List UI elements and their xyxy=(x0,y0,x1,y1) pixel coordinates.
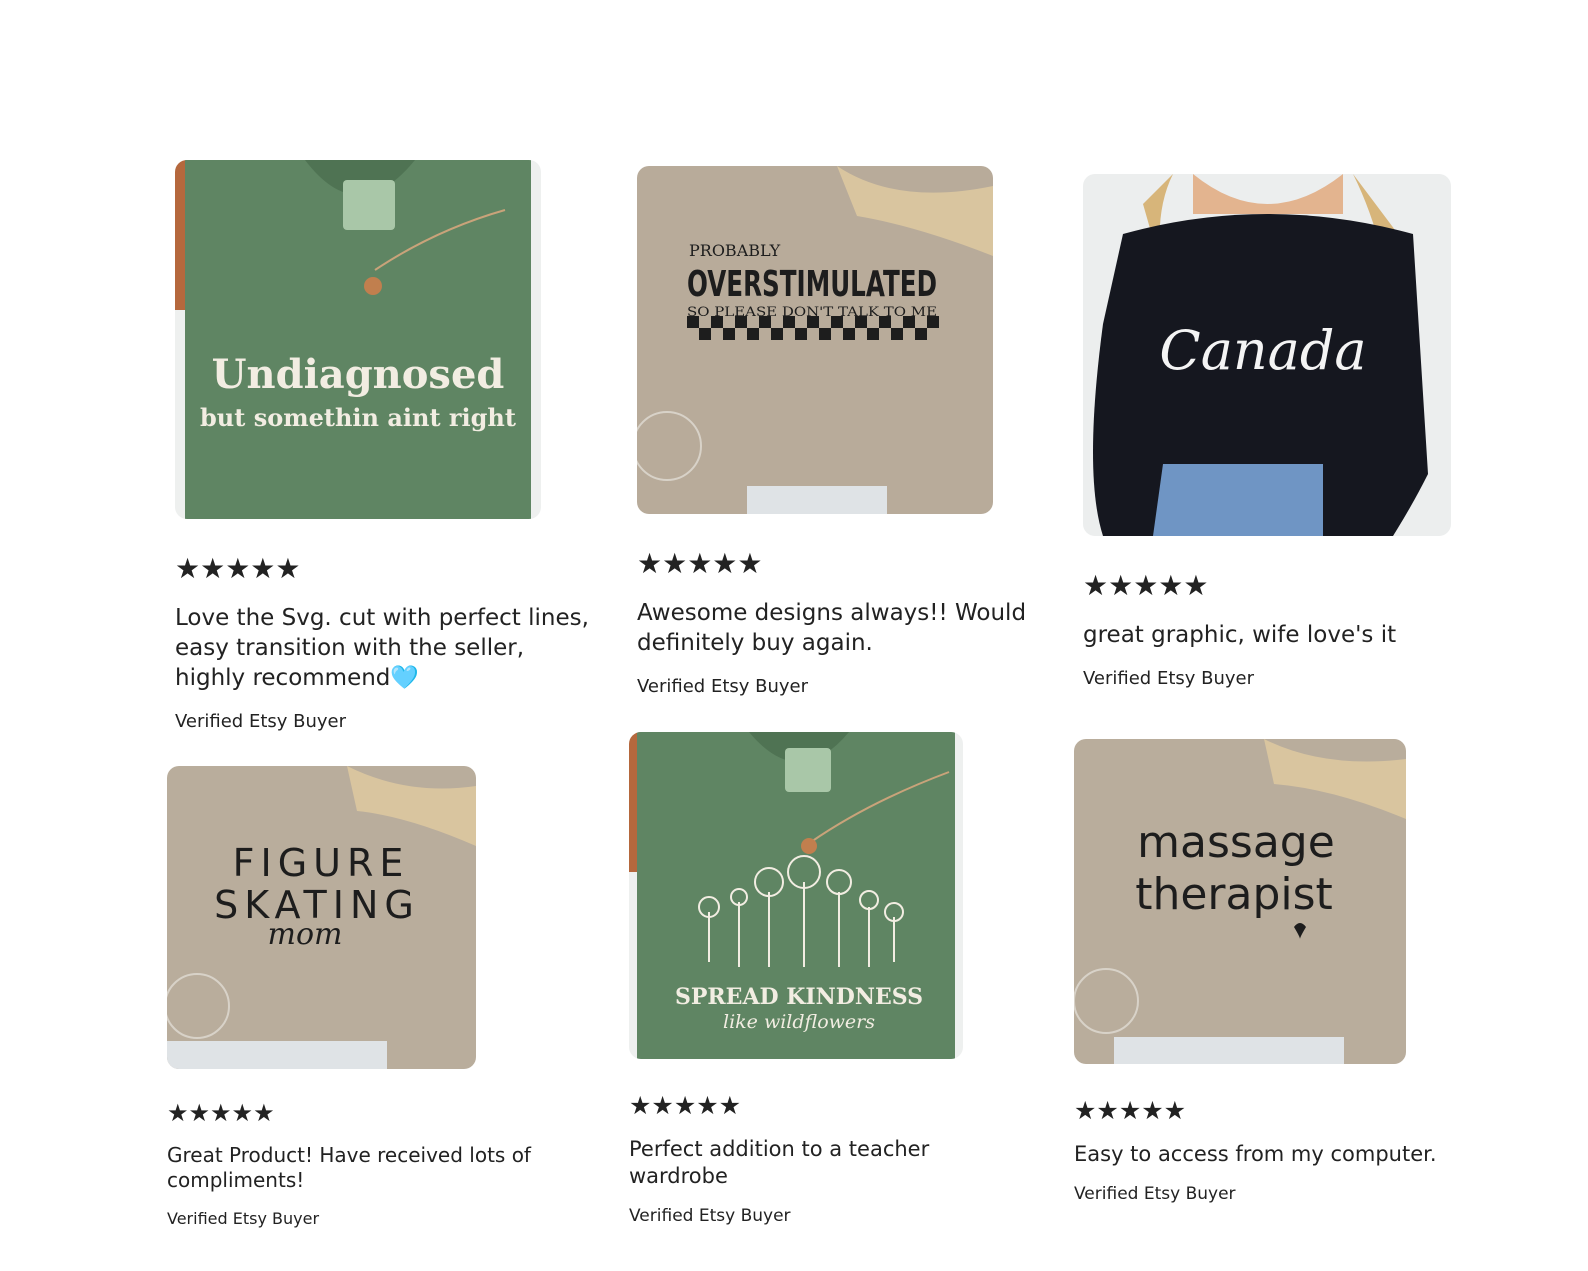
star-rating: ★★★★★ xyxy=(175,552,301,585)
review-card: massage therapist ★★★★★ Easy to access f… xyxy=(1074,739,1474,1204)
review-card: FIGURE SKATING mom ★★★★★ Great Product! … xyxy=(167,766,567,1228)
star-rating: ★★★★★ xyxy=(167,1099,275,1127)
shirt-graphic-line1: massage xyxy=(1137,817,1335,868)
star-rating: ★★★★★ xyxy=(1083,569,1209,602)
review-card: SPREAD KINDNESS like wildflowers ★★★★★ P… xyxy=(629,732,1009,1226)
shirt-graphic-line2: therapist xyxy=(1135,869,1333,920)
shirt-graphic-line1: Undiagnosed xyxy=(212,351,505,398)
buyer-label: Verified Etsy Buyer xyxy=(629,1206,791,1226)
buyer-label: Verified Etsy Buyer xyxy=(175,711,347,732)
product-photo[interactable]: FIGURE SKATING mom xyxy=(167,766,476,1069)
tshirt-image: Undiagnosed but somethin aint right xyxy=(175,160,541,519)
shirt-graphic-line1: Canada xyxy=(1159,319,1366,382)
sweatshirt-image: FIGURE SKATING mom xyxy=(167,766,476,1069)
product-photo[interactable]: massage therapist xyxy=(1074,739,1406,1064)
star-rating: ★★★★★ xyxy=(629,1091,742,1120)
review-card: PROBABLY OVERSTIMULATED SO PLEASE DON'T … xyxy=(637,166,1027,697)
product-photo[interactable]: Canada xyxy=(1083,174,1451,536)
product-photo[interactable]: SPREAD KINDNESS like wildflowers xyxy=(629,732,963,1059)
tshirt-image: SPREAD KINDNESS like wildflowers xyxy=(629,732,963,1059)
review-card: Canada ★★★★★ great graphic, wife love's … xyxy=(1083,174,1463,689)
buyer-label: Verified Etsy Buyer xyxy=(167,1209,320,1228)
review-text: Easy to access from my computer. xyxy=(1074,1142,1437,1166)
product-photo[interactable]: PROBABLY OVERSTIMULATED SO PLEASE DON'T … xyxy=(637,166,993,514)
shirt-graphic-line1: PROBABLY xyxy=(689,241,781,260)
shirt-graphic-line1: SPREAD KINDNESS xyxy=(675,984,923,1010)
sweatshirt-image: massage therapist xyxy=(1074,739,1406,1064)
shirt-graphic-line2: but somethin aint right xyxy=(200,403,516,432)
review-text: Love the Svg. cut with perfect lines, ea… xyxy=(175,605,589,691)
buyer-label: Verified Etsy Buyer xyxy=(1074,1184,1236,1204)
sweatshirt-image: Canada xyxy=(1083,174,1451,536)
review-text: great graphic, wife love's it xyxy=(1083,622,1397,648)
sweatshirt-image: PROBABLY OVERSTIMULATED SO PLEASE DON'T … xyxy=(637,166,993,514)
star-rating: ★★★★★ xyxy=(1074,1096,1187,1125)
shirt-graphic-line1: FIGURE xyxy=(233,841,410,885)
review-text: Awesome designs always!! Would definitel… xyxy=(637,600,1027,656)
buyer-label: Verified Etsy Buyer xyxy=(637,676,809,697)
review-text: Perfect addition to a teacher wardrobe xyxy=(629,1137,930,1188)
star-rating: ★★★★★ xyxy=(637,547,763,580)
shirt-graphic-line2: OVERSTIMULATED xyxy=(687,264,937,305)
review-text: Great Product! Have received lots of com… xyxy=(167,1143,531,1192)
buyer-label: Verified Etsy Buyer xyxy=(1083,668,1255,689)
shirt-graphic-line2: like wildflowers xyxy=(723,1011,875,1033)
review-card: Undiagnosed but somethin aint right ★★★★… xyxy=(175,160,605,732)
shirt-graphic-line3: mom xyxy=(268,917,343,952)
product-photo[interactable]: Undiagnosed but somethin aint right xyxy=(175,160,541,519)
